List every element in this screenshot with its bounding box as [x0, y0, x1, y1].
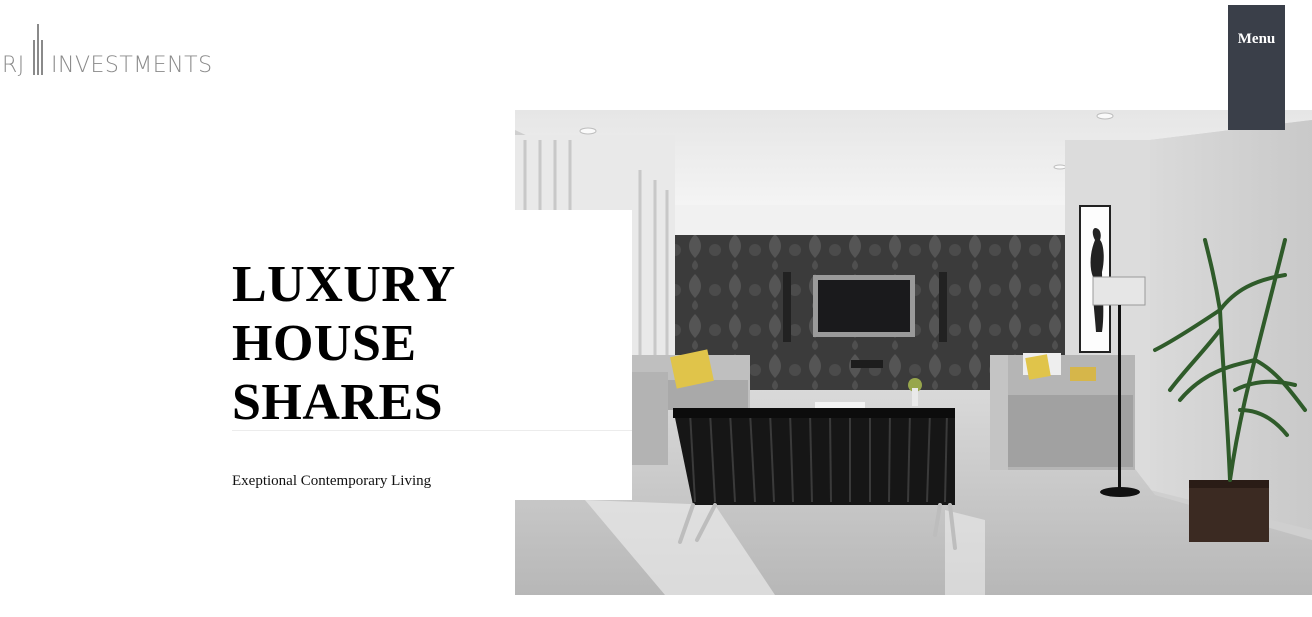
hero-divider: [232, 430, 632, 431]
hero-title-line: LUXURY: [232, 256, 456, 313]
logo-name: INVESTMENTS: [51, 53, 213, 78]
hero-title-line: HOUSE: [232, 315, 417, 372]
hero-subtitle: Exeptional Contemporary Living: [232, 473, 432, 489]
logo-prefix: RJ: [2, 53, 25, 78]
living-room-photo: [515, 110, 1312, 595]
logo-bars-icon: [33, 24, 43, 75]
hero-title-line: SHARES: [232, 374, 444, 431]
hero-title: LUXURY HOUSE SHARES: [232, 255, 456, 432]
hero-image: [515, 110, 1312, 595]
menu-button[interactable]: Menu: [1228, 5, 1285, 130]
site-logo[interactable]: RJ INVESTMENTS: [2, 24, 212, 80]
